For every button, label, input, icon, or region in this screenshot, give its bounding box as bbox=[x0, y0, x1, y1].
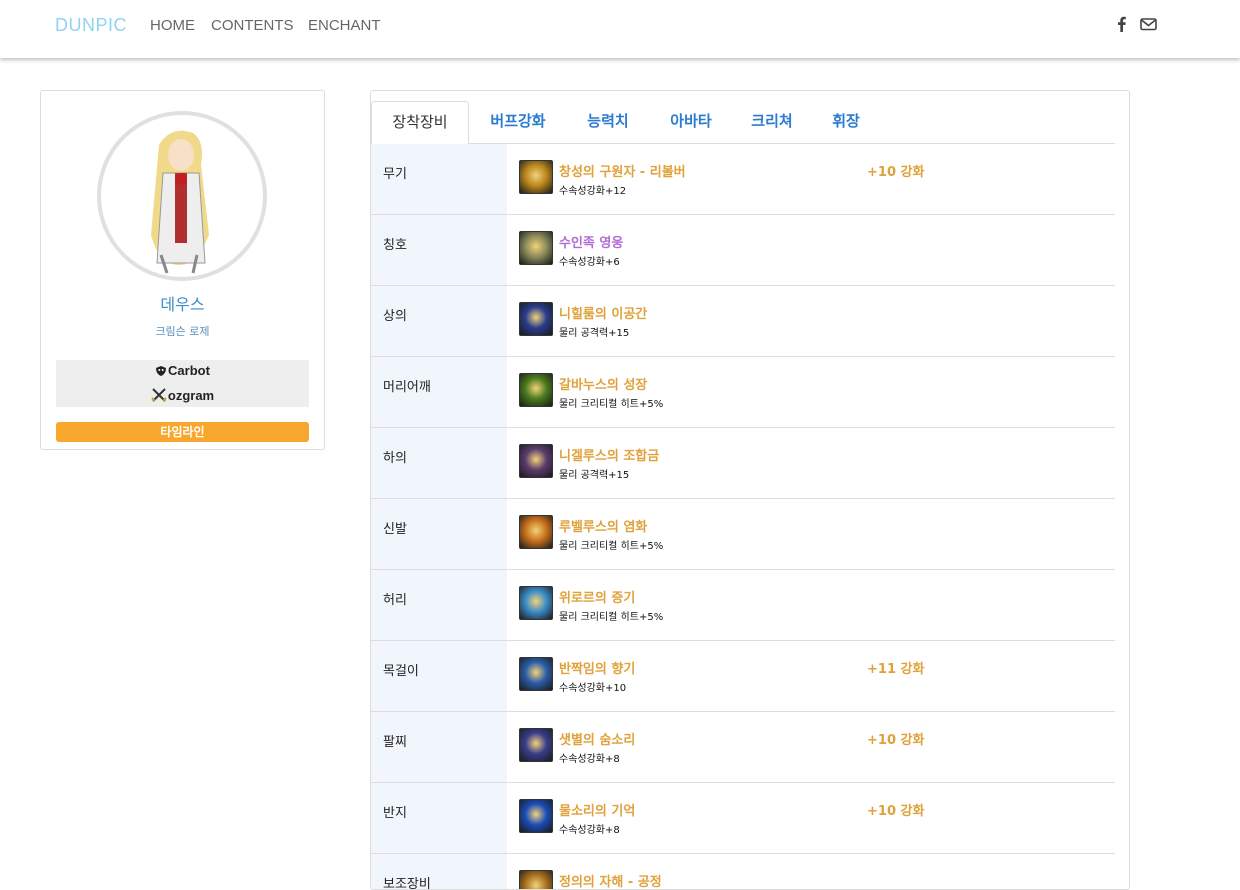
item-name[interactable]: 반짝임의 향기 bbox=[559, 658, 635, 677]
item-name[interactable]: 위로르의 증기 bbox=[559, 587, 635, 606]
item-option: 물리 크리티컬 히트+5% bbox=[559, 612, 664, 623]
equipment-row: 반지 물소리의 기억수속성강화+8 +10 강화 bbox=[371, 783, 1115, 854]
item-icon[interactable] bbox=[519, 586, 553, 620]
slot-label: 하의 bbox=[371, 428, 507, 498]
slot-label: 신발 bbox=[371, 499, 507, 569]
tab-creature[interactable]: 크리쳐 bbox=[731, 101, 813, 144]
item-name[interactable]: 갈바누스의 성장 bbox=[559, 374, 647, 393]
item-option: 물리 크리티컬 히트+5% bbox=[559, 541, 664, 552]
slot-label: 무기 bbox=[371, 144, 507, 214]
equipment-row: 팔찌 샛별의 숨소리수속성강화+8 +10 강화 bbox=[371, 712, 1115, 783]
slot-label: 보조장비 bbox=[371, 854, 507, 889]
shield-icon bbox=[156, 366, 167, 376]
item-option: 수속성강화+12 bbox=[559, 186, 627, 197]
tab-bar: 장착장비 버프강화 능력치 아바타 크리쳐 휘장 bbox=[371, 101, 1115, 145]
equipment-row: 보조장비 정의의 자해 - 공정 bbox=[371, 854, 1115, 889]
slot-label: 칭호 bbox=[371, 215, 507, 285]
equipment-row: 목걸이 반짝임의 향기수속성강화+10 +11 강화 bbox=[371, 641, 1115, 712]
item-option: 물리 크리티컬 히트+5% bbox=[559, 399, 664, 410]
nav-link-enchant[interactable]: ENCHANT bbox=[308, 17, 381, 34]
item-reinforce: +10 강화 bbox=[867, 804, 925, 819]
item-icon[interactable] bbox=[519, 302, 553, 336]
item-name[interactable]: 창성의 구원자 - 리볼버 bbox=[559, 161, 686, 180]
slot-label: 머리어깨 bbox=[371, 357, 507, 427]
item-icon[interactable] bbox=[519, 515, 553, 549]
item-reinforce: +10 강화 bbox=[867, 733, 925, 748]
crossed-swords-icon bbox=[151, 388, 167, 402]
item-reinforce: +11 강화 bbox=[867, 662, 925, 677]
item-icon[interactable] bbox=[519, 444, 553, 478]
item-icon[interactable] bbox=[519, 728, 553, 762]
item-option: 수속성강화+8 bbox=[559, 754, 620, 765]
item-option: 수속성강화+8 bbox=[559, 825, 620, 836]
guild-name: Carbot bbox=[168, 363, 210, 378]
character-profile-card: 데우스 크림슨 로제 Carbot ozgram 타임라인 bbox=[40, 90, 325, 450]
tab-stats[interactable]: 능력치 bbox=[568, 101, 648, 144]
item-option: 물리 공격력+15 bbox=[559, 328, 630, 339]
character-name: 데우스 bbox=[160, 297, 205, 314]
slot-label: 상의 bbox=[371, 286, 507, 356]
item-icon[interactable] bbox=[519, 160, 553, 194]
brand-logo[interactable]: DUNPIC bbox=[55, 15, 127, 36]
equipment-row: 상의 니힐룸의 이공간물리 공격력+15 bbox=[371, 286, 1115, 357]
equipment-row: 허리 위로르의 증기물리 크리티컬 히트+5% bbox=[371, 570, 1115, 641]
mail-icon[interactable] bbox=[1140, 16, 1157, 32]
item-name[interactable]: 니겔루스의 조합금 bbox=[559, 445, 659, 464]
item-icon[interactable] bbox=[519, 870, 553, 889]
item-option: 수속성강화+10 bbox=[559, 683, 627, 694]
equipment-row: 신발 루벨루스의 염화물리 크리티컬 히트+5% bbox=[371, 499, 1115, 570]
slot-label: 반지 bbox=[371, 783, 507, 853]
item-name[interactable]: 샛별의 숨소리 bbox=[559, 729, 635, 748]
item-name[interactable]: 니힐룸의 이공간 bbox=[559, 303, 647, 322]
timeline-button[interactable]: 타임라인 bbox=[56, 422, 309, 442]
equipment-row: 머리어깨 갈바누스의 성장물리 크리티컬 히트+5% bbox=[371, 357, 1115, 428]
nav-link-home[interactable]: HOME bbox=[150, 17, 195, 34]
item-icon[interactable] bbox=[519, 799, 553, 833]
item-reinforce: +10 강화 bbox=[867, 165, 925, 180]
item-name[interactable]: 수인족 영웅 bbox=[559, 232, 623, 251]
equipment-panel: 장착장비 버프강화 능력치 아바타 크리쳐 휘장 무기 창성의 구원자 - 리볼버… bbox=[370, 90, 1130, 890]
item-option: 수속성강화+6 bbox=[559, 257, 620, 268]
equipment-row: 하의 니겔루스의 조합금물리 공격력+15 bbox=[371, 428, 1115, 499]
tab-avatar[interactable]: 아바타 bbox=[651, 101, 731, 144]
guild-info-box: Carbot ozgram bbox=[56, 360, 309, 407]
item-name[interactable]: 정의의 자해 - 공정 bbox=[559, 871, 662, 889]
guild-line-ozgram: ozgram bbox=[56, 388, 309, 403]
item-icon[interactable] bbox=[519, 373, 553, 407]
server-name: 크림슨 로제 bbox=[155, 325, 210, 338]
item-name[interactable]: 물소리의 기억 bbox=[559, 800, 635, 819]
tab-emblem[interactable]: 휘장 bbox=[816, 101, 876, 144]
slot-label: 목걸이 bbox=[371, 641, 507, 711]
facebook-icon[interactable] bbox=[1114, 16, 1130, 32]
equipment-row: 칭호 수인족 영웅수속성강화+6 bbox=[371, 215, 1115, 286]
item-icon[interactable] bbox=[519, 657, 553, 691]
equipment-row: 무기 창성의 구원자 - 리볼버수속성강화+12 +10 강화 bbox=[371, 144, 1115, 215]
slot-label: 팔찌 bbox=[371, 712, 507, 782]
item-name[interactable]: 루벨루스의 염화 bbox=[559, 516, 647, 535]
guild-line-carbot: Carbot bbox=[56, 363, 309, 378]
slot-label: 허리 bbox=[371, 570, 507, 640]
equipment-list: 무기 창성의 구원자 - 리볼버 수속성강화+12 +10 강화 칭호 수인족 영웅 수속성… bbox=[371, 144, 1115, 889]
guild-name: ozgram bbox=[167, 388, 215, 403]
character-avatar bbox=[97, 111, 267, 281]
nav-link-contents[interactable]: CONTENTS bbox=[211, 17, 294, 34]
top-navbar: DUNPIC HOME CONTENTS ENCHANT bbox=[0, 0, 1240, 58]
item-option: 물리 공격력+15 bbox=[559, 470, 630, 481]
tab-buff[interactable]: 버프강화 bbox=[476, 101, 560, 144]
tab-equipment[interactable]: 장착장비 bbox=[371, 101, 469, 145]
item-icon[interactable] bbox=[519, 231, 553, 265]
